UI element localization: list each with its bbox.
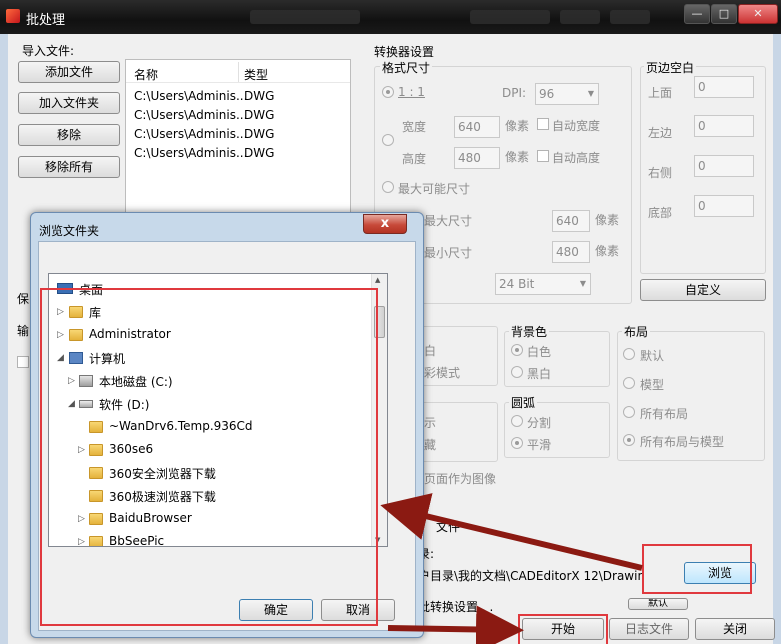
arrow-to-tree xyxy=(380,493,643,571)
annotation-arrows xyxy=(380,493,643,644)
arrow-to-start xyxy=(387,605,524,644)
